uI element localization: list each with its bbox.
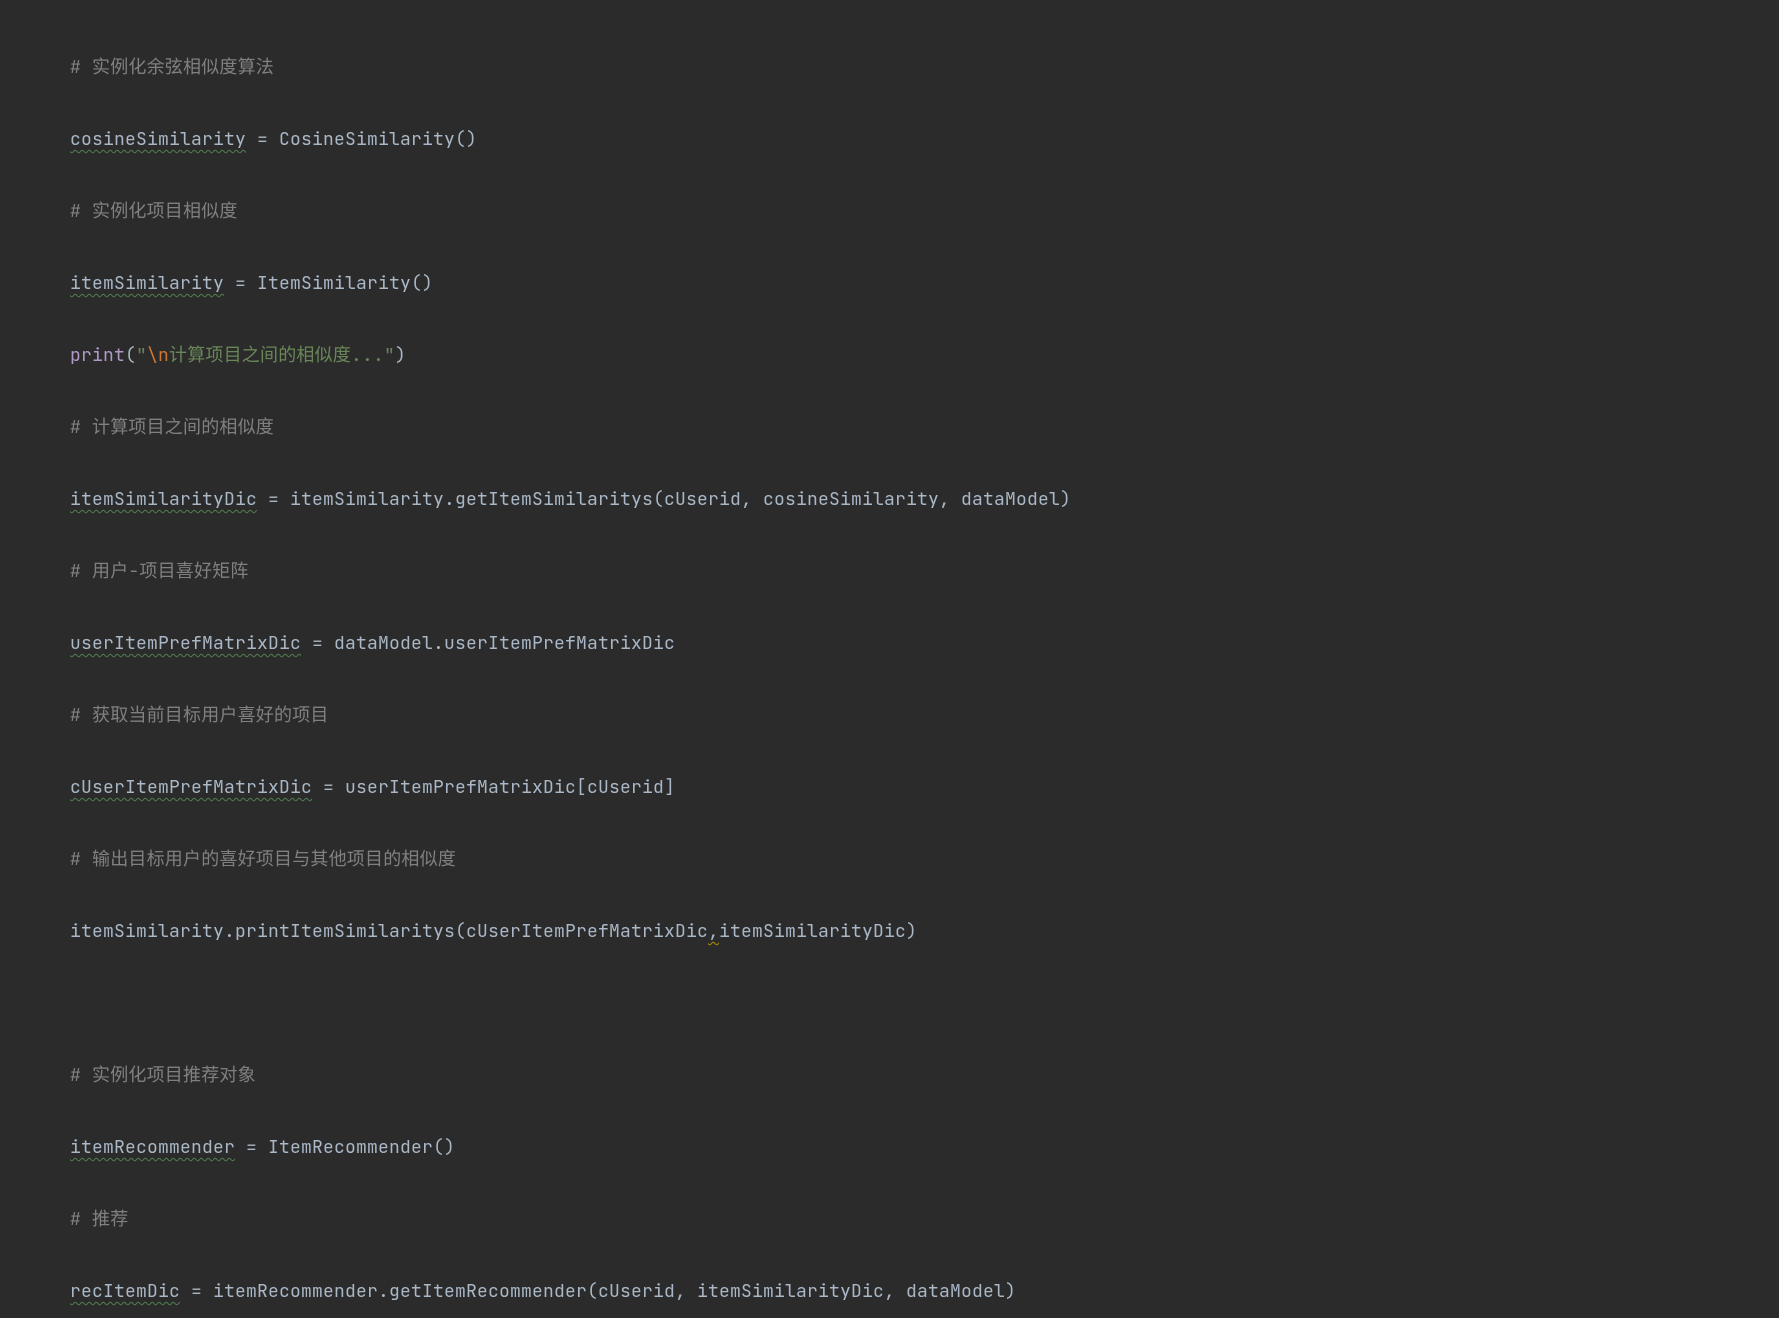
code-editor[interactable]: # 实例化余弦相似度算法 cosineSimilarity = CosineSi… bbox=[0, 0, 1779, 1318]
identifier: itemRecommender bbox=[70, 1136, 235, 1159]
code-line[interactable]: userItemPrefMatrixDic = dataModel.userIt… bbox=[70, 626, 1779, 662]
code-line[interactable]: # 实例化项目相似度 bbox=[70, 194, 1779, 230]
punct: ( bbox=[125, 344, 136, 367]
comment: # 实例化余弦相似度算法 bbox=[70, 56, 274, 79]
identifier: cosineSimilarity bbox=[70, 128, 246, 151]
code-line[interactable]: # 用户-项目喜好矩阵 bbox=[70, 554, 1779, 590]
comment: # 推荐 bbox=[70, 1208, 128, 1231]
code-line[interactable]: cosineSimilarity = CosineSimilarity() bbox=[70, 122, 1779, 158]
code-text: = ItemSimilarity() bbox=[224, 272, 433, 295]
code-line[interactable]: # 推荐 bbox=[70, 1202, 1779, 1238]
identifier: userItemPrefMatrixDic bbox=[70, 632, 301, 655]
identifier: itemSimilarityDic bbox=[70, 488, 257, 511]
comment: # 实例化项目相似度 bbox=[70, 200, 238, 223]
string-quote: " bbox=[136, 344, 147, 367]
code-line[interactable]: recItemDic = itemRecommender.getItemReco… bbox=[70, 1274, 1779, 1310]
code-line[interactable]: itemSimilarity = ItemSimilarity() bbox=[70, 266, 1779, 302]
comment: # 输出目标用户的喜好项目与其他项目的相似度 bbox=[70, 848, 456, 871]
code-line[interactable]: itemSimilarityDic = itemSimilarity.getIt… bbox=[70, 482, 1779, 518]
comment: # 计算项目之间的相似度 bbox=[70, 416, 274, 439]
code-text: = CosineSimilarity() bbox=[246, 128, 477, 151]
code-line[interactable]: # 获取当前目标用户喜好的项目 bbox=[70, 698, 1779, 734]
string-quote: " bbox=[384, 344, 395, 367]
comment: # 用户-项目喜好矩阵 bbox=[70, 560, 249, 583]
builtin: print bbox=[70, 344, 125, 367]
code-line[interactable]: itemRecommender = ItemRecommender() bbox=[70, 1130, 1779, 1166]
code-text: = dataModel.userItemPrefMatrixDic bbox=[301, 632, 675, 655]
code-text: = itemRecommender.getItemRecommender(cUs… bbox=[180, 1280, 1016, 1303]
identifier: itemSimilarity bbox=[70, 272, 224, 295]
code-line[interactable]: cUserItemPrefMatrixDic = userItemPrefMat… bbox=[70, 770, 1779, 806]
code-line[interactable]: print("\n计算项目之间的相似度...") bbox=[70, 338, 1779, 374]
code-text: = userItemPrefMatrixDic[cUserid] bbox=[312, 776, 675, 799]
code-text: itemSimilarityDic) bbox=[719, 920, 917, 943]
code-line[interactable]: itemSimilarity.printItemSimilaritys(cUse… bbox=[70, 914, 1779, 950]
identifier: recItemDic bbox=[70, 1280, 180, 1303]
string: 计算项目之间的相似度... bbox=[169, 344, 384, 367]
code-line[interactable]: # 实例化余弦相似度算法 bbox=[70, 50, 1779, 86]
code-line[interactable]: # 实例化项目推荐对象 bbox=[70, 1058, 1779, 1094]
comment: # 实例化项目推荐对象 bbox=[70, 1064, 256, 1087]
code-line[interactable]: # 计算项目之间的相似度 bbox=[70, 410, 1779, 446]
code-text: = ItemRecommender() bbox=[235, 1136, 455, 1159]
comment: # 获取当前目标用户喜好的项目 bbox=[70, 704, 329, 727]
warn-comma: , bbox=[708, 920, 719, 943]
punct: ) bbox=[395, 344, 406, 367]
identifier: cUserItemPrefMatrixDic bbox=[70, 776, 312, 799]
code-line-empty[interactable] bbox=[70, 986, 1779, 1022]
code-line[interactable]: # 输出目标用户的喜好项目与其他项目的相似度 bbox=[70, 842, 1779, 878]
escape: \n bbox=[147, 344, 169, 367]
code-text: = itemSimilarity.getItemSimilaritys(cUse… bbox=[257, 488, 1071, 511]
code-text: itemSimilarity.printItemSimilaritys(cUse… bbox=[70, 920, 708, 943]
